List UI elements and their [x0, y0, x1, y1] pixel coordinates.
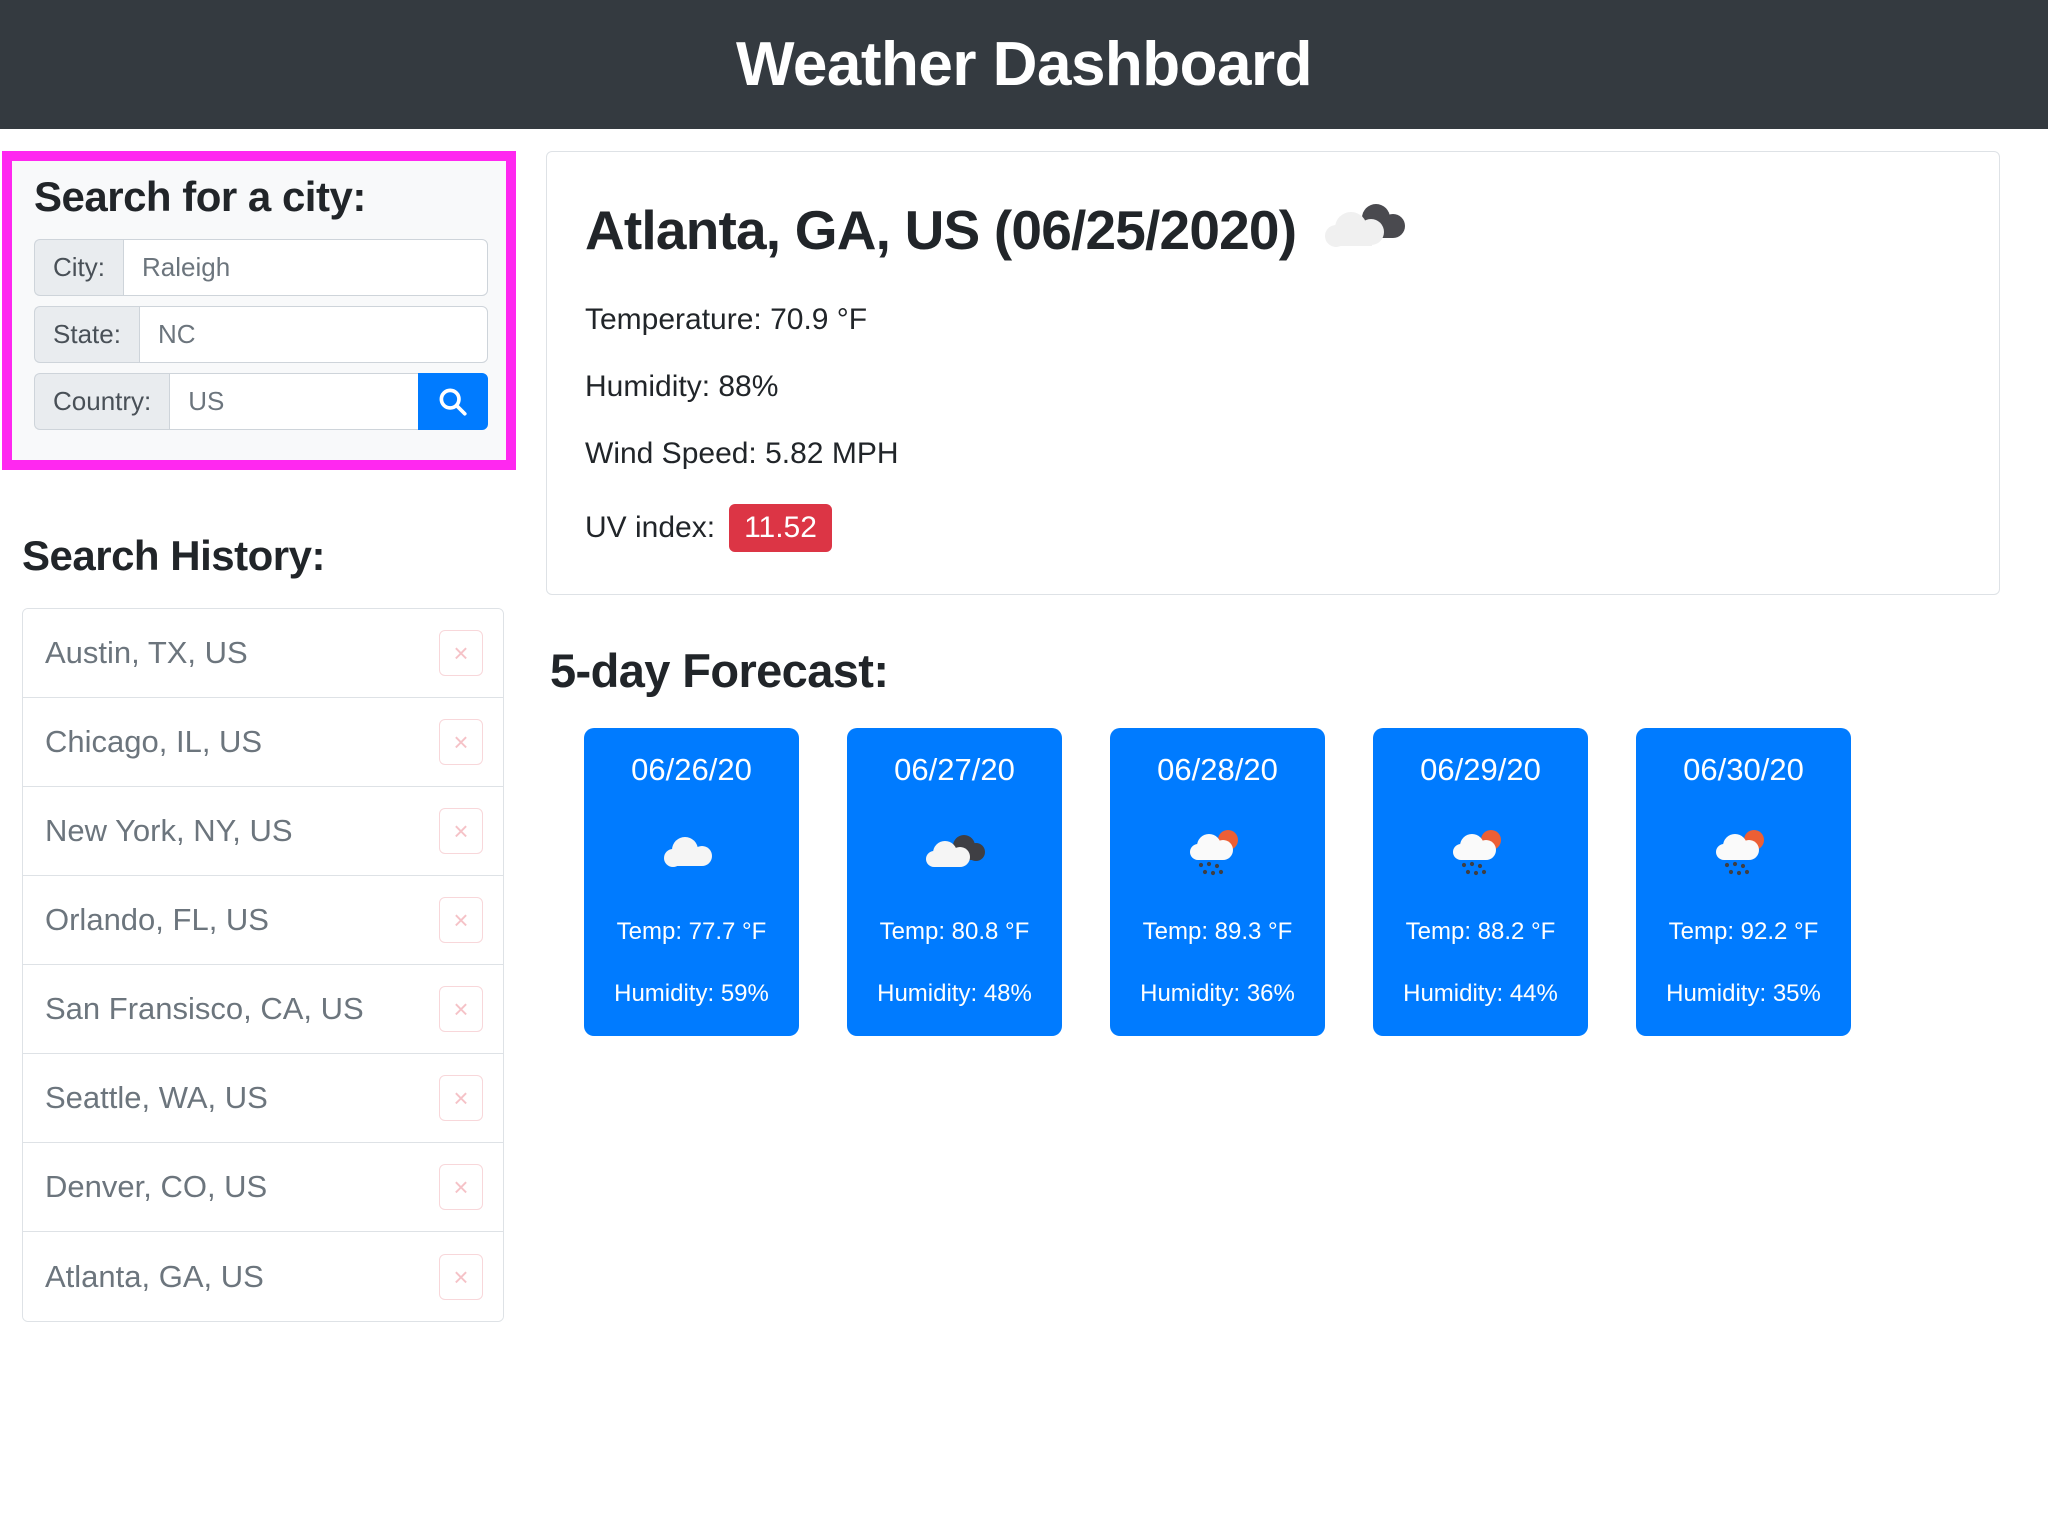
list-item[interactable]: San Fransisco, CA, US × — [23, 965, 503, 1054]
forecast-card: 06/28/20 Temp: 89.3 °F Humidity: 36% — [1110, 728, 1325, 1036]
broken-clouds-icon — [924, 822, 986, 886]
country-input[interactable] — [169, 373, 418, 430]
history-item-label: Denver, CO, US — [45, 1169, 268, 1204]
forecast-card: 06/29/20 Temp: 88.2 °F Humidity: 44% — [1373, 728, 1588, 1036]
list-item[interactable]: Atlanta, GA, US × — [23, 1232, 503, 1321]
page-body: Search for a city: City: State: Country: — [0, 129, 2048, 1322]
city-input-group: City: — [34, 239, 488, 296]
current-weather-card: Atlanta, GA, US (06/25/2020) Temperature… — [546, 151, 2000, 595]
forecast-humidity: Humidity: 59% — [614, 980, 769, 1007]
search-history-section: Search History: Austin, TX, US × Chicago… — [0, 532, 516, 1322]
list-item[interactable]: Denver, CO, US × — [23, 1143, 503, 1232]
country-label: Country: — [34, 373, 170, 430]
delete-history-button[interactable]: × — [439, 1164, 483, 1210]
history-item-label: Seattle, WA, US — [45, 1080, 268, 1115]
list-item[interactable]: Orlando, FL, US × — [23, 876, 503, 965]
forecast-temp: Temp: 77.7 °F — [616, 918, 767, 945]
search-history-heading: Search History: — [22, 532, 325, 579]
city-input[interactable] — [123, 239, 488, 296]
list-item[interactable]: Seattle, WA, US × — [23, 1054, 503, 1143]
forecast-humidity: Humidity: 36% — [1140, 980, 1295, 1007]
forecast-temp: Temp: 92.2 °F — [1668, 918, 1819, 945]
search-history-list: Austin, TX, US × Chicago, IL, US × New Y… — [22, 608, 504, 1322]
delete-history-button[interactable]: × — [439, 1075, 483, 1121]
search-panel-heading: Search for a city: — [34, 173, 366, 220]
history-item-label: New York, NY, US — [45, 813, 293, 848]
sun-cloud-rain-icon — [1713, 822, 1775, 886]
forecast-heading: 5-day Forecast: — [550, 644, 889, 697]
list-item[interactable]: New York, NY, US × — [23, 787, 503, 876]
list-item[interactable]: Austin, TX, US × — [23, 609, 503, 698]
delete-history-button[interactable]: × — [439, 719, 483, 765]
search-button[interactable] — [418, 373, 488, 430]
delete-history-button[interactable]: × — [439, 630, 483, 676]
page-header: Weather Dashboard — [0, 0, 2048, 129]
main-content: Atlanta, GA, US (06/25/2020) Temperature… — [546, 151, 2048, 1036]
broken-clouds-icon — [1324, 198, 1410, 263]
weather-dashboard-app: Weather Dashboard Search for a city: Cit… — [0, 0, 2048, 1536]
forecast-temp: Temp: 89.3 °F — [1142, 918, 1293, 945]
sidebar: Search for a city: City: State: Country: — [0, 151, 546, 1322]
delete-history-button[interactable]: × — [439, 897, 483, 943]
current-weather-title: Atlanta, GA, US (06/25/2020) — [585, 199, 1297, 261]
forecast-card: 06/30/20 Temp: 92.2 °F Humidity: 35% — [1636, 728, 1851, 1036]
history-item-label: Atlanta, GA, US — [45, 1258, 264, 1294]
current-temperature: Temperature: 70.9 °F — [585, 303, 868, 336]
list-item[interactable]: Chicago, IL, US × — [23, 698, 503, 787]
page-title: Weather Dashboard — [735, 29, 1313, 99]
forecast-date: 06/30/20 — [1683, 752, 1804, 787]
forecast-date: 06/29/20 — [1420, 752, 1541, 787]
forecast-date: 06/27/20 — [894, 752, 1015, 787]
uv-index-label: UV index: — [585, 511, 716, 544]
forecast-humidity: Humidity: 44% — [1403, 980, 1558, 1007]
current-uv-row: UV index: 11.52 — [585, 504, 1959, 552]
country-input-group: Country: — [34, 373, 488, 430]
forecast-humidity: Humidity: 48% — [877, 980, 1032, 1007]
current-humidity: Humidity: 88% — [585, 370, 779, 403]
delete-history-button[interactable]: × — [439, 1253, 483, 1300]
city-label: City: — [34, 239, 123, 296]
status-badge: 11.52 — [729, 504, 832, 552]
delete-history-button[interactable]: × — [439, 986, 483, 1032]
current-wind-speed: Wind Speed: 5.82 MPH — [585, 437, 899, 470]
forecast-card: 06/27/20 Temp: 80.8 °F Humidity: 48% — [847, 728, 1062, 1036]
history-item-label: Austin, TX, US — [45, 635, 248, 670]
forecast-card: 06/26/20 Temp: 77.7 °F Humidity: 59% — [584, 728, 799, 1036]
forecast-date: 06/28/20 — [1157, 752, 1278, 787]
search-panel-highlight: Search for a city: City: State: Country: — [2, 151, 516, 470]
forecast-humidity: Humidity: 35% — [1666, 980, 1821, 1007]
search-icon — [436, 385, 470, 419]
state-input-group: State: — [34, 306, 488, 363]
sun-cloud-rain-icon — [1187, 822, 1249, 886]
state-input[interactable] — [138, 306, 488, 363]
history-item-label: San Fransisco, CA, US — [45, 991, 364, 1026]
cloud-icon — [661, 822, 723, 886]
forecast-temp: Temp: 88.2 °F — [1405, 918, 1556, 945]
current-weather-title-row: Atlanta, GA, US (06/25/2020) — [585, 198, 1959, 263]
history-item-label: Chicago, IL, US — [45, 724, 263, 759]
state-label: State: — [34, 306, 139, 363]
forecast-row: 06/26/20 Temp: 77.7 °F Humidity: 59% 06/… — [546, 728, 2000, 1036]
sun-cloud-rain-icon — [1450, 822, 1512, 886]
forecast-temp: Temp: 80.8 °F — [879, 918, 1030, 945]
history-item-label: Orlando, FL, US — [45, 902, 269, 937]
search-panel: Search for a city: City: State: Country: — [34, 173, 488, 430]
forecast-date: 06/26/20 — [631, 752, 752, 787]
delete-history-button[interactable]: × — [439, 808, 483, 854]
